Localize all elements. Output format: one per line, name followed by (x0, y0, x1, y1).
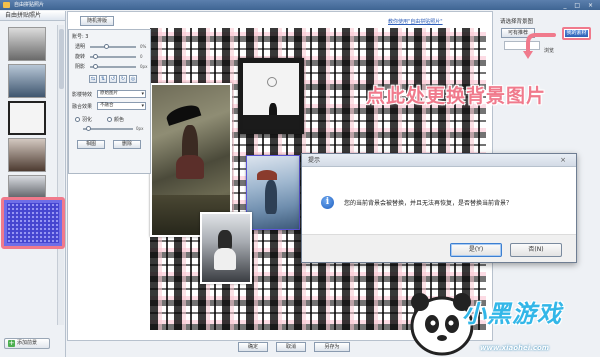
add-foreground-button[interactable]: + 添加前景 (4, 338, 50, 349)
dialog-close-button[interactable]: × (556, 156, 570, 164)
yes-button[interactable]: 是(Y) (450, 243, 502, 257)
picture-button[interactable]: 相图 (77, 140, 105, 149)
fade-radio[interactable] (107, 117, 112, 122)
rotate-left-icon[interactable]: ↺ (109, 75, 117, 83)
sketch-ground (243, 115, 299, 129)
annotation-text: 点此处更换背景图片 (366, 85, 547, 107)
feather-radio[interactable] (75, 117, 80, 122)
photo-bw-girl[interactable] (200, 212, 252, 284)
slider-knob[interactable] (104, 44, 109, 49)
thumbnail-item[interactable] (8, 138, 46, 172)
flip-vertical-icon[interactable]: ⇅ (99, 75, 107, 83)
scrollbar-thumb[interactable] (59, 29, 64, 89)
slider-knob[interactable] (93, 64, 98, 69)
cancel-button[interactable]: 取消 (276, 342, 306, 352)
window-title: 自由拼贴照片 (14, 2, 45, 8)
sketch-balloon (267, 77, 277, 87)
pattern-preview (7, 203, 59, 243)
random-layout-button[interactable]: 随机排版 (80, 16, 114, 26)
ok-button[interactable]: 确定 (238, 342, 268, 352)
blend-select[interactable]: 不融合 (97, 102, 146, 110)
shadow-label: 阴影 (75, 64, 86, 70)
figure-skirt (176, 155, 204, 179)
reset-icon[interactable]: ◎ (129, 75, 137, 83)
my-material-label: 我的素材 (565, 30, 588, 37)
slider-knob[interactable] (93, 54, 98, 59)
items-count: 账号: 3 (72, 34, 89, 40)
feather-slider[interactable] (83, 126, 133, 131)
title-bar: 自由拼贴照片 _ □ × (0, 0, 600, 10)
my-material-button[interactable]: 我的素材 (562, 27, 591, 40)
fade-label: 颜色 (114, 117, 125, 123)
umbrella-shape (257, 170, 277, 180)
thumbnail-item[interactable] (8, 27, 46, 61)
shadow-value: 0px (140, 64, 148, 69)
photo-sketch-umbrella[interactable] (238, 58, 304, 134)
save-as-button[interactable]: 另存为 (314, 342, 350, 352)
left-panel-title: 自由拼贴照片 (0, 11, 65, 21)
effect-select[interactable]: 原始图片 (97, 90, 146, 98)
select-background-label: 请选择背景图 (500, 19, 534, 25)
info-icon: i (321, 196, 334, 209)
selected-background-pattern[interactable] (1, 197, 65, 249)
transparency-value: 0% (140, 44, 147, 49)
window-controls[interactable]: _ □ × (563, 1, 596, 11)
rotate-right-icon[interactable]: ↻ (119, 75, 127, 83)
umbrella-shape (164, 102, 202, 126)
add-foreground-label: 添加前景 (17, 340, 38, 346)
left-scrollbar[interactable] (57, 25, 64, 325)
white-dress (214, 248, 236, 270)
thumbnail-item[interactable] (8, 64, 46, 98)
transparency-slider[interactable] (90, 44, 136, 49)
slider-knob[interactable] (86, 126, 91, 131)
no-button[interactable]: 否(N) (510, 243, 562, 257)
rotate-slider[interactable] (90, 54, 136, 59)
left-panel: 自由拼贴照片 + 添加前景 (0, 11, 66, 357)
dialog-message: 您的当前背景会被替换，并且无法再恢复，是否替换当前背景？ (344, 200, 513, 207)
figure-silhouette (265, 180, 277, 214)
app-icon (3, 2, 10, 8)
app-window: 自由拼贴照片 _ □ × 自由拼贴照片 + 添加前景 随机排版 教你使用"自由拼… (0, 0, 600, 357)
delete-button[interactable]: 删除 (113, 140, 141, 149)
plus-icon: + (8, 339, 15, 347)
feather-label: 羽化 (82, 117, 93, 123)
photo-control-panel: 账号: 3 透明 0% 旋转 0 阴影 0px ⇆ ⇅ ↺ ↻ ◎ 影楼特效 原… (68, 29, 151, 174)
watermark-url: www.xiaohei.com (480, 344, 550, 352)
feather-option[interactable]: 羽化 (75, 116, 92, 123)
flip-horizontal-icon[interactable]: ⇆ (89, 75, 97, 83)
fade-option[interactable]: 颜色 (107, 116, 124, 123)
confirm-dialog: 提示 × i 您的当前背景会被替换，并且无法再恢复，是否替换当前背景？ 是(Y)… (301, 153, 577, 263)
rotate-value: 0 (140, 54, 143, 59)
watermark-text: 小黑游戏 (462, 300, 562, 328)
transparency-label: 透明 (75, 44, 86, 50)
thumbnail-item[interactable] (8, 101, 46, 135)
dialog-title: 提示 (308, 157, 321, 164)
figure-silhouette (218, 230, 232, 250)
shadow-slider[interactable] (90, 64, 136, 69)
tutorial-link[interactable]: 教你使用"自由拼贴照片" (388, 18, 443, 25)
rotate-label: 旋转 (75, 54, 86, 60)
pointer-arrow-icon (523, 33, 556, 59)
thumbnail-list (2, 25, 54, 212)
feather-value: 0px (136, 126, 144, 131)
photo-blue-girl[interactable] (246, 155, 300, 230)
effect-label: 影楼特效 (72, 92, 93, 98)
dialog-footer: 是(Y) 否(N) (302, 234, 576, 262)
dialog-title-bar: 提示 × (302, 154, 576, 167)
blend-label: 融合效果 (72, 104, 93, 110)
